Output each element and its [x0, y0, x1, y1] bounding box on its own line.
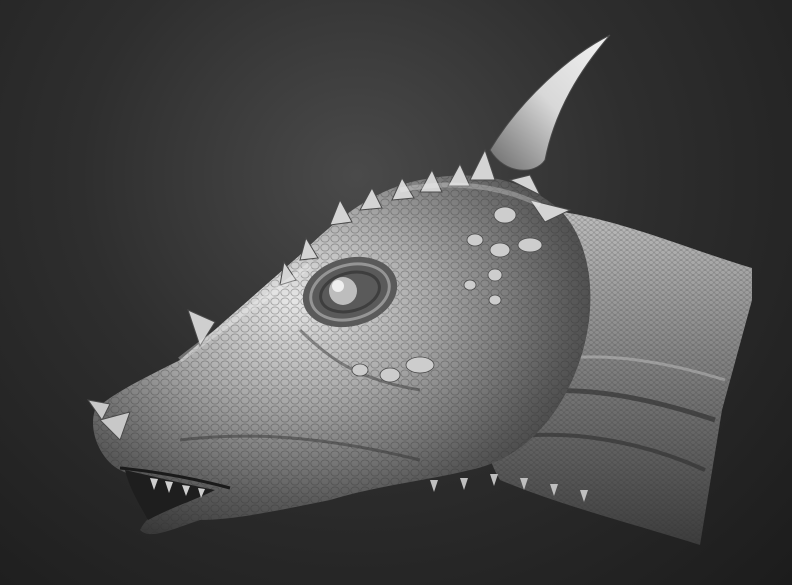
eyeball	[329, 277, 357, 305]
main-horn	[489, 34, 611, 171]
dinosaur-head-sculpt	[86, 34, 752, 545]
render-viewport	[0, 0, 792, 585]
